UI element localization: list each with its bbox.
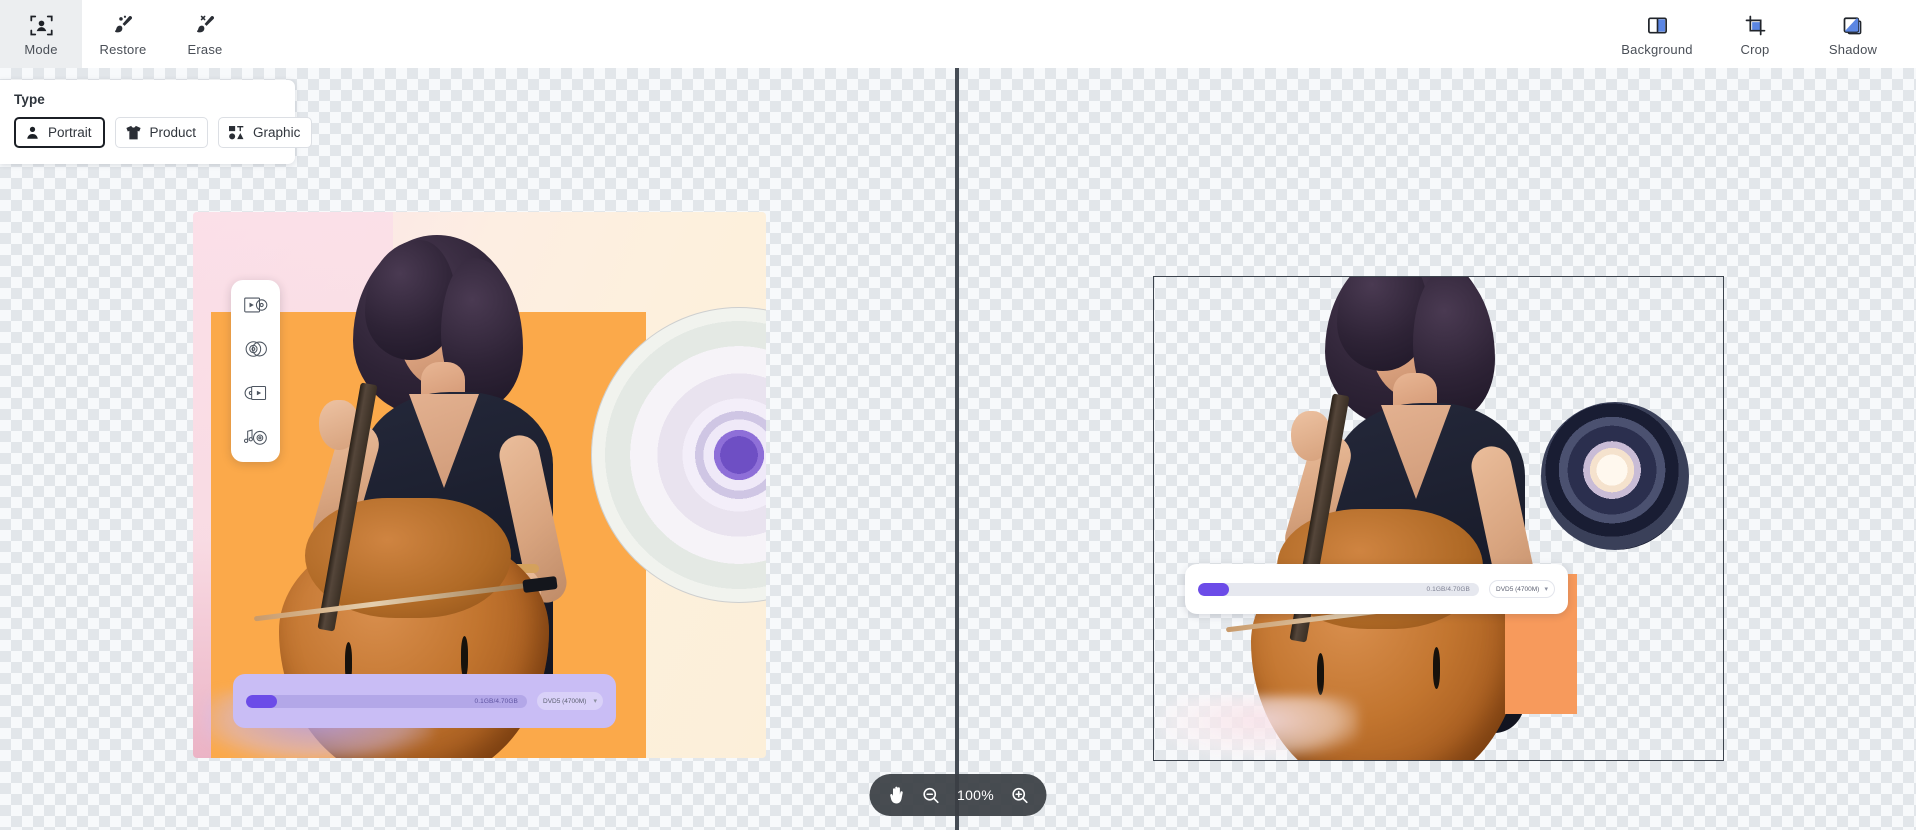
progress-fill — [1198, 582, 1229, 596]
progress-size-text: 0.1GB/4.70GB — [1426, 585, 1470, 593]
app-root: Mode Restore Erase Background Crop Shado… — [0, 0, 1916, 830]
portrait-frame-icon — [29, 12, 54, 38]
top-toolbar: Mode Restore Erase Background Crop Shado… — [0, 0, 1916, 68]
tool-mode-label: Mode — [24, 42, 58, 57]
audio-disc-icon[interactable] — [240, 422, 272, 452]
tool-crop-label: Crop — [1740, 42, 1770, 57]
type-panel-title: Type — [14, 92, 45, 107]
tool-restore[interactable]: Restore — [82, 0, 164, 68]
toolbar-left-group: Mode Restore Erase — [0, 0, 246, 68]
tool-erase-label: Erase — [187, 42, 223, 57]
type-option-graphic-label: Graphic — [253, 125, 301, 140]
chevron-down-icon: ▾ — [593, 698, 597, 705]
tool-erase[interactable]: Erase — [164, 0, 246, 68]
type-option-portrait-label: Portrait — [48, 125, 92, 140]
zoom-level-label: 100% — [956, 787, 994, 803]
tool-background-label: Background — [1621, 42, 1693, 57]
toolbar-right-group: Background Crop Shadow — [1608, 0, 1902, 68]
result-image-frame[interactable] — [1153, 276, 1724, 761]
shadow-layers-icon — [1842, 12, 1865, 38]
disc-type-value: DVD5 (4700M) — [1496, 585, 1540, 593]
disc-type-select[interactable]: DVD5 (4700M) ▾ — [1489, 580, 1555, 598]
tshirt-icon — [125, 125, 142, 140]
background-panel-icon — [1646, 12, 1669, 38]
disc-stack-icon[interactable] — [240, 334, 272, 364]
progress-size-text: 0.1GB/4.70GB — [474, 697, 518, 705]
crop-icon — [1744, 12, 1767, 38]
disc-to-video-icon[interactable] — [240, 378, 272, 408]
erase-brush-icon — [193, 12, 218, 38]
type-panel: Type Portrait Product Graphic — [0, 80, 313, 164]
person-icon — [25, 125, 40, 140]
zoom-in-icon[interactable] — [1011, 786, 1030, 805]
restore-brush-icon — [111, 12, 136, 38]
chevron-down-icon: ▾ — [1544, 586, 1548, 593]
progress-fill — [246, 694, 277, 708]
dvd-copy-icon[interactable] — [240, 290, 272, 320]
tool-shadow[interactable]: Shadow — [1804, 0, 1902, 68]
type-option-portrait[interactable]: Portrait — [14, 117, 105, 148]
type-options-row: Portrait Product Graphic — [14, 117, 313, 148]
type-option-product[interactable]: Product — [114, 117, 209, 148]
tool-restore-label: Restore — [99, 42, 147, 57]
tool-crop[interactable]: Crop — [1706, 0, 1804, 68]
progress-widget-original[interactable]: 0.1GB/4.70GB DVD5 (4700M) ▾ — [233, 674, 616, 728]
artwork-mini-toolbar[interactable] — [231, 280, 280, 462]
type-option-graphic[interactable]: Graphic — [218, 117, 313, 148]
hand-icon[interactable] — [887, 785, 908, 806]
tool-mode[interactable]: Mode — [0, 0, 82, 68]
progress-bar[interactable]: 0.1GB/4.70GB — [246, 694, 527, 708]
progress-widget-result[interactable]: 0.1GB/4.70GB DVD5 (4700M) ▾ — [1185, 564, 1568, 614]
comparison-slider-divider[interactable] — [955, 0, 959, 830]
disc-type-select[interactable]: DVD5 (4700M) ▾ — [537, 692, 603, 710]
disc-type-value: DVD5 (4700M) — [543, 697, 587, 705]
tool-shadow-label: Shadow — [1828, 42, 1878, 57]
zoom-out-icon[interactable] — [922, 786, 941, 805]
original-image[interactable]: 0.1GB/4.70GB DVD5 (4700M) ▾ — [193, 212, 766, 758]
shapes-icon — [228, 125, 245, 140]
tool-background[interactable]: Background — [1608, 0, 1706, 68]
progress-bar[interactable]: 0.1GB/4.70GB — [1198, 582, 1479, 596]
type-option-product-label: Product — [149, 125, 197, 140]
zoom-control-bar: 100% — [869, 774, 1047, 816]
